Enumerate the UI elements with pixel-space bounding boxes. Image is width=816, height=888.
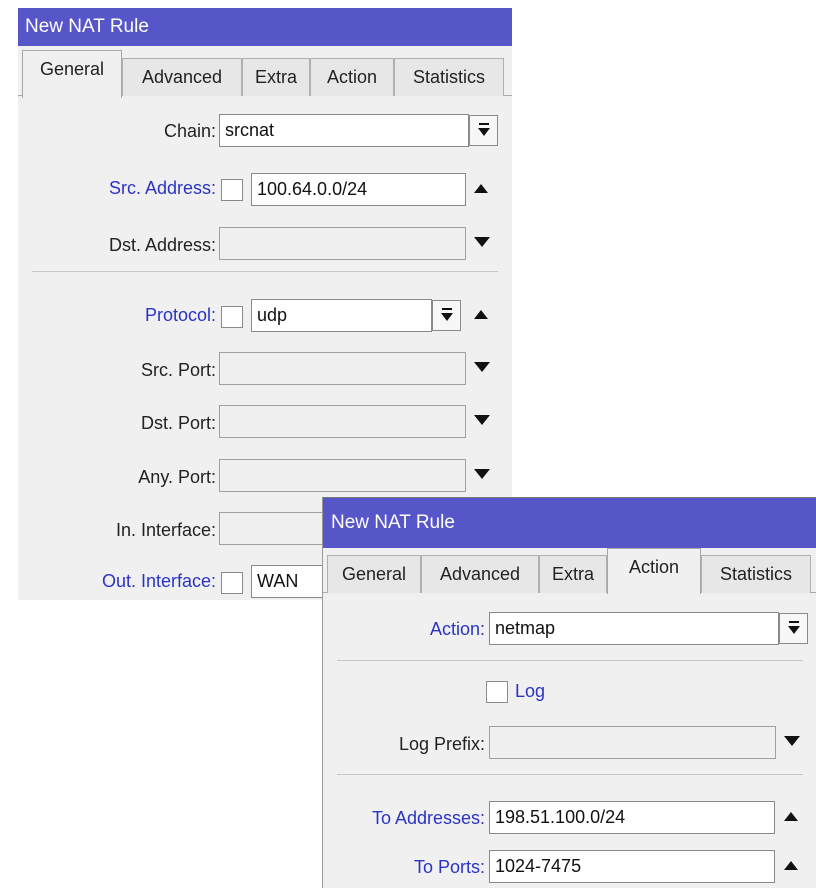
tab-general[interactable]: General [327,555,421,593]
arrow-down-icon[interactable] [474,415,490,425]
arrow-up-icon[interactable] [784,861,798,870]
tab-bar: General Advanced Extra Action Statistics [323,548,816,606]
protocol-dropdown-button[interactable] [432,300,461,331]
src-port-field[interactable] [219,352,466,385]
arrow-up-icon[interactable] [474,310,488,319]
dst-port-field[interactable] [219,405,466,438]
protocol-field[interactable]: udp [251,299,432,332]
tab-general[interactable]: General [22,50,122,98]
any-port-label: Any. Port: [138,467,216,487]
protocol-label[interactable]: Protocol: [18,305,216,326]
arrow-up-icon[interactable] [474,184,488,193]
out-interface-invert-checkbox[interactable] [221,572,243,594]
to-ports-label[interactable]: To Ports: [323,857,485,878]
protocol-invert-checkbox[interactable] [221,306,243,328]
action-field[interactable]: netmap [489,612,779,645]
action-dropdown-button[interactable] [779,613,808,644]
tab-bar: General Advanced Extra Action Statistics [18,46,512,104]
tab-extra[interactable]: Extra [539,555,607,593]
to-addresses-field[interactable]: 198.51.100.0/24 [489,801,775,834]
tab-advanced[interactable]: Advanced [421,555,539,593]
tab-extra[interactable]: Extra [242,58,310,96]
dst-address-label: Dst. Address: [108,235,216,255]
src-address-label[interactable]: Src. Address: [18,178,216,199]
dropdown-icon [479,123,489,125]
window-title: New NAT Rule [18,8,512,46]
divider [337,774,803,775]
window-title: New NAT Rule [323,498,816,548]
in-interface-label: In. Interface: [115,520,216,540]
any-port-field[interactable] [219,459,466,492]
src-address-field[interactable]: 100.64.0.0/24 [251,173,466,206]
tab-advanced[interactable]: Advanced [122,58,242,96]
arrow-down-icon[interactable] [474,237,490,247]
divider [337,660,803,661]
tab-action[interactable]: Action [310,58,394,96]
dst-address-field[interactable] [219,227,466,260]
log-prefix-field[interactable] [489,726,776,759]
chain-label: Chain: [163,121,216,141]
dst-port-label: Dst. Port: [140,413,216,433]
divider [32,271,498,272]
tab-statistics[interactable]: Statistics [394,58,504,96]
chain-field[interactable]: srcnat [219,114,469,147]
dropdown-icon [789,621,799,623]
chain-dropdown-button[interactable] [469,115,498,146]
to-ports-field[interactable]: 1024-7475 [489,850,775,883]
arrow-down-icon[interactable] [474,469,490,479]
log-checkbox[interactable] [486,681,508,703]
out-interface-label[interactable]: Out. Interface: [18,571,216,592]
action-label[interactable]: Action: [323,619,485,640]
tab-action[interactable]: Action [607,548,701,594]
log-prefix-label: Log Prefix: [398,734,485,754]
nat-rule-window-action: New NAT Rule General Advanced Extra Acti… [322,497,816,888]
src-address-invert-checkbox[interactable] [221,179,243,201]
dropdown-icon [442,308,452,310]
to-addresses-label[interactable]: To Addresses: [323,808,485,829]
arrow-down-icon[interactable] [784,736,800,746]
log-label[interactable]: Log [515,681,545,702]
src-port-label: Src. Port: [140,360,216,380]
arrow-up-icon[interactable] [784,812,798,821]
tab-statistics[interactable]: Statistics [701,555,811,593]
arrow-down-icon[interactable] [474,362,490,372]
